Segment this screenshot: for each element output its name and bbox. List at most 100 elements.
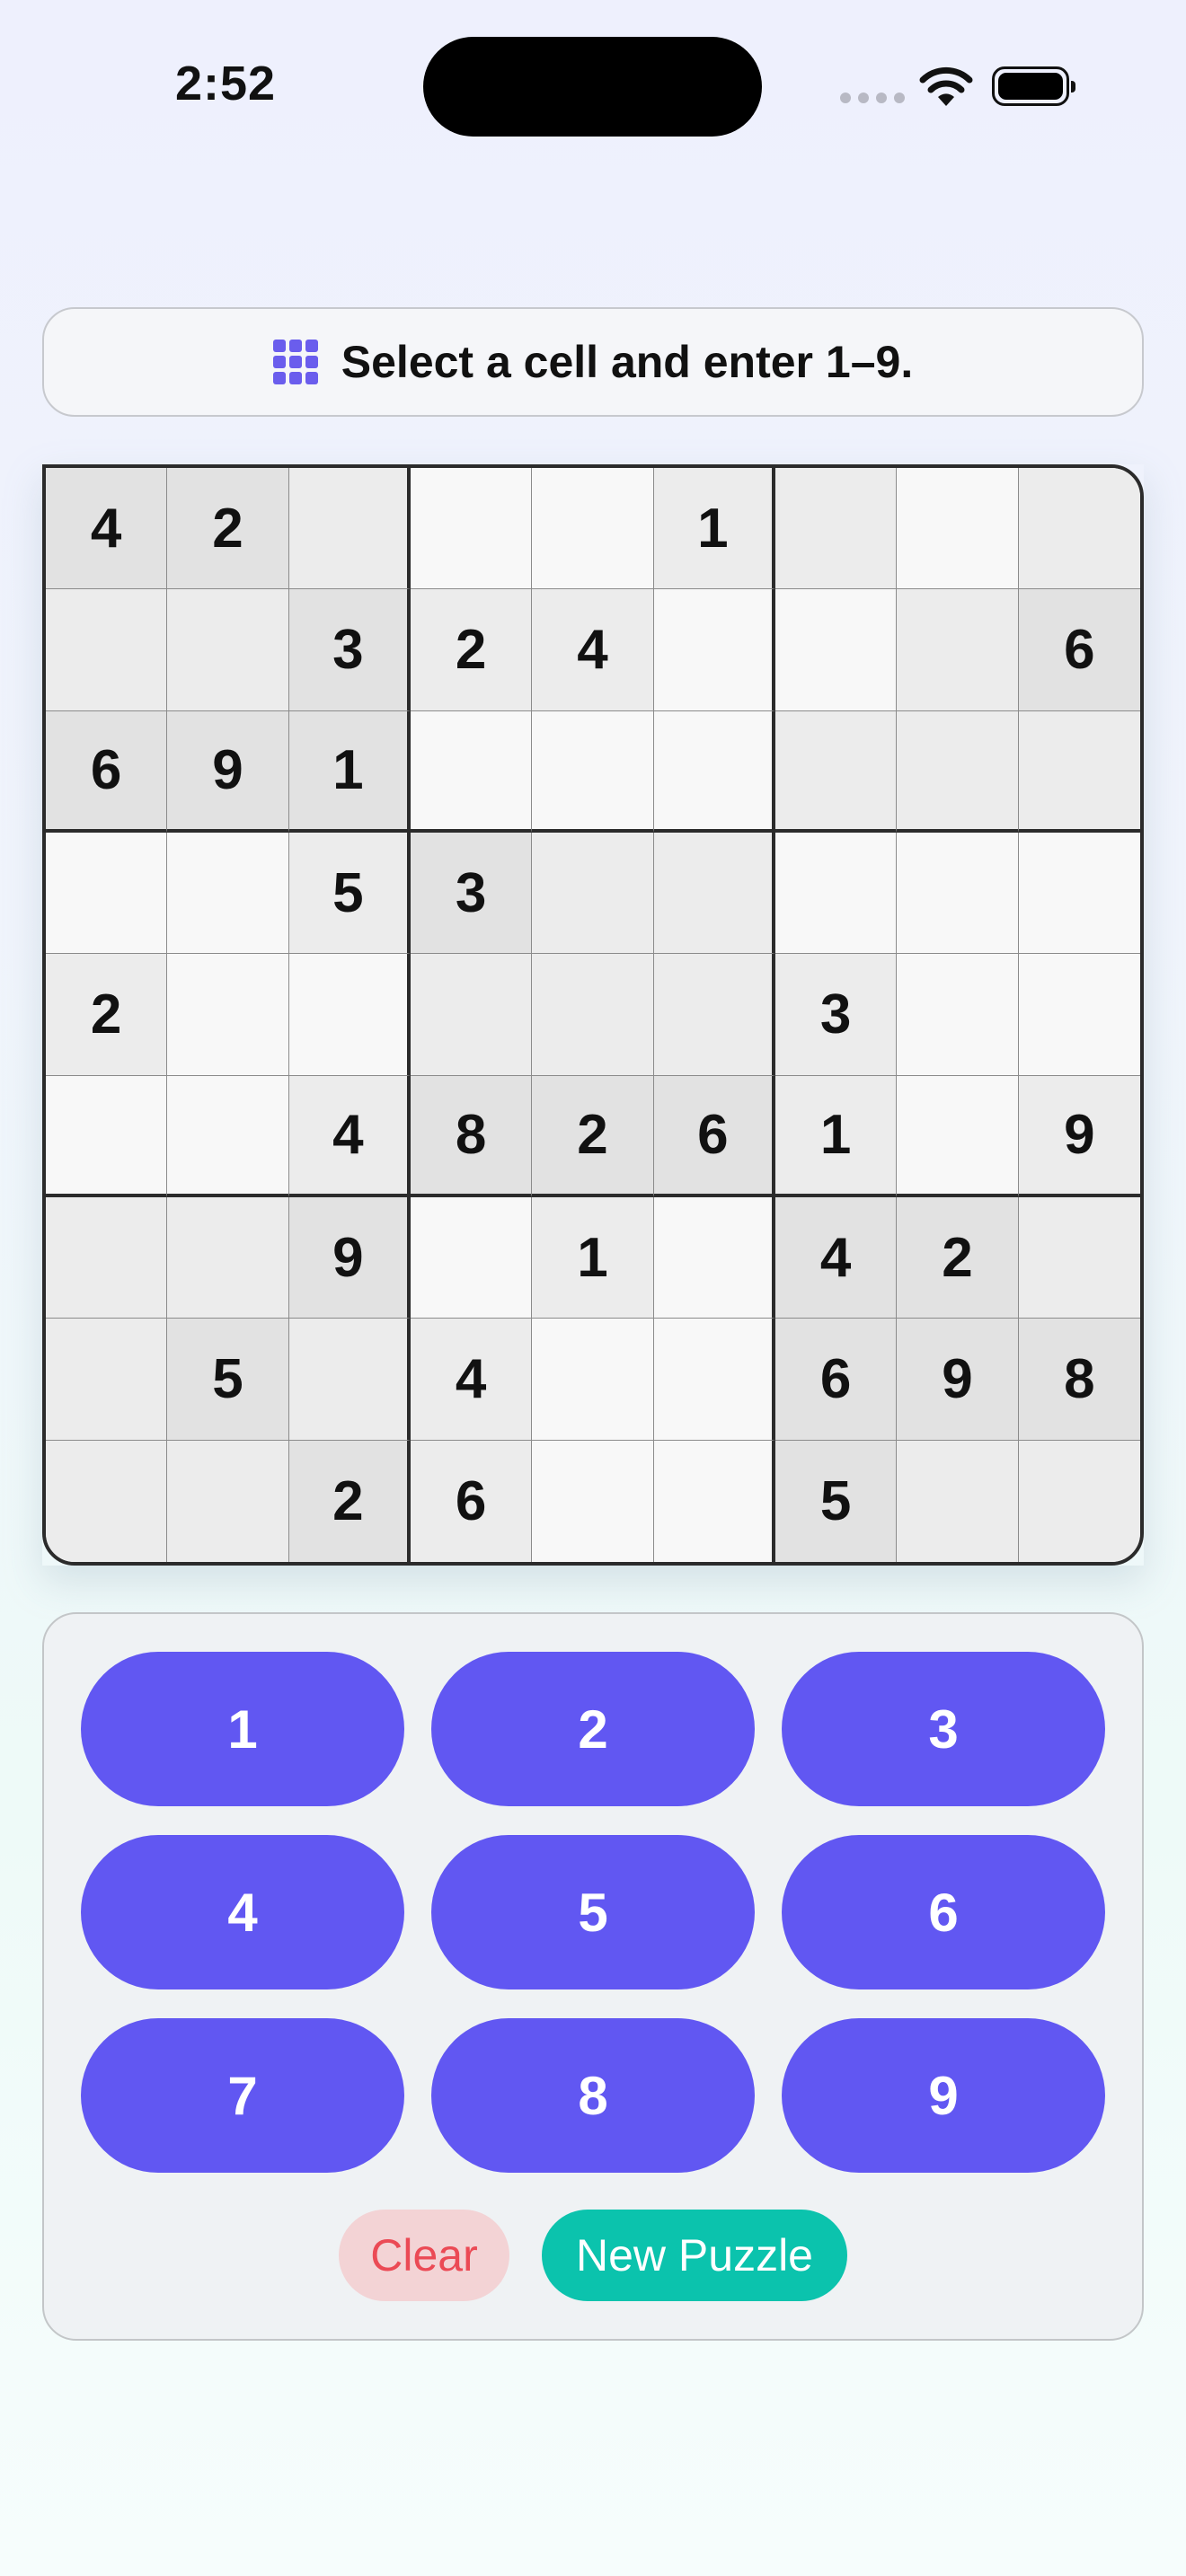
sudoku-cell-r8c1[interactable] xyxy=(46,1319,168,1441)
sudoku-cell-r4c6[interactable] xyxy=(653,832,775,955)
number-key-5[interactable]: 5 xyxy=(431,1835,755,1989)
sudoku-board: 42132466915323482619914254698265 xyxy=(42,464,1144,1566)
sudoku-cell-r3c3[interactable]: 1 xyxy=(288,710,411,833)
sudoku-cell-r1c8[interactable] xyxy=(897,468,1019,590)
sudoku-cell-r6c8[interactable] xyxy=(897,1075,1019,1197)
sudoku-cell-r5c6[interactable] xyxy=(653,954,775,1076)
sudoku-cell-r8c3[interactable] xyxy=(288,1319,411,1441)
sudoku-cell-r7c5[interactable]: 1 xyxy=(532,1196,654,1319)
sudoku-cell-r4c3[interactable]: 5 xyxy=(288,832,411,955)
sudoku-cell-r4c7[interactable] xyxy=(774,832,898,955)
keypad-grid-icon xyxy=(272,340,318,384)
sudoku-cell-r6c1[interactable] xyxy=(46,1075,168,1197)
sudoku-cell-r3c9[interactable] xyxy=(1018,710,1140,833)
sudoku-cell-r4c2[interactable] xyxy=(167,832,289,955)
sudoku-cell-r7c8[interactable]: 2 xyxy=(897,1196,1019,1319)
sudoku-cell-r6c5[interactable]: 2 xyxy=(532,1075,654,1197)
sudoku-cell-r3c2[interactable]: 9 xyxy=(167,710,289,833)
sudoku-cell-r9c1[interactable] xyxy=(46,1440,168,1562)
sudoku-board-container: 42132466915323482619914254698265 xyxy=(42,464,1144,1566)
sudoku-cell-r3c5[interactable] xyxy=(532,710,654,833)
clear-button[interactable]: Clear xyxy=(339,2210,509,2301)
battery-icon xyxy=(992,66,1075,106)
sudoku-cell-r4c8[interactable] xyxy=(897,832,1019,955)
sudoku-cell-r3c6[interactable] xyxy=(653,710,775,833)
sudoku-cell-r8c7[interactable]: 6 xyxy=(774,1319,898,1441)
sudoku-cell-r6c3[interactable]: 4 xyxy=(288,1075,411,1197)
number-key-8[interactable]: 8 xyxy=(431,2018,755,2173)
pad-actions: Clear New Puzzle xyxy=(44,2210,1142,2301)
sudoku-cell-r2c7[interactable] xyxy=(774,589,898,711)
sudoku-cell-r6c9[interactable]: 9 xyxy=(1018,1075,1140,1197)
sudoku-cell-r7c3[interactable]: 9 xyxy=(288,1196,411,1319)
sudoku-cell-r5c5[interactable] xyxy=(532,954,654,1076)
sudoku-cell-r2c3[interactable]: 3 xyxy=(288,589,411,711)
sudoku-cell-r1c5[interactable] xyxy=(532,468,654,590)
number-key-9[interactable]: 9 xyxy=(782,2018,1105,2173)
dynamic-island xyxy=(423,37,762,137)
sudoku-cell-r5c9[interactable] xyxy=(1018,954,1140,1076)
sudoku-cell-r5c7[interactable]: 3 xyxy=(774,954,898,1076)
sudoku-cell-r7c9[interactable] xyxy=(1018,1196,1140,1319)
sudoku-cell-r8c8[interactable]: 9 xyxy=(897,1319,1019,1441)
sudoku-cell-r1c4[interactable] xyxy=(410,468,533,590)
sudoku-cell-r1c6[interactable]: 1 xyxy=(653,468,775,590)
sudoku-cell-r5c3[interactable] xyxy=(288,954,411,1076)
number-key-6[interactable]: 6 xyxy=(782,1835,1105,1989)
number-key-2[interactable]: 2 xyxy=(431,1652,755,1806)
sudoku-cell-r8c2[interactable]: 5 xyxy=(167,1319,289,1441)
sudoku-cell-r7c4[interactable] xyxy=(410,1196,533,1319)
sudoku-cell-r6c7[interactable]: 1 xyxy=(774,1075,898,1197)
sudoku-cell-r4c1[interactable] xyxy=(46,832,168,955)
sudoku-cell-r3c8[interactable] xyxy=(897,710,1019,833)
sudoku-cell-r7c2[interactable] xyxy=(167,1196,289,1319)
sudoku-cell-r6c6[interactable]: 6 xyxy=(653,1075,775,1197)
sudoku-cell-r7c7[interactable]: 4 xyxy=(774,1196,898,1319)
sudoku-cell-r2c8[interactable] xyxy=(897,589,1019,711)
sudoku-cell-r6c2[interactable] xyxy=(167,1075,289,1197)
sudoku-cell-r2c1[interactable] xyxy=(46,589,168,711)
sudoku-cell-r7c1[interactable] xyxy=(46,1196,168,1319)
number-key-3[interactable]: 3 xyxy=(782,1652,1105,1806)
sudoku-cell-r9c6[interactable] xyxy=(653,1440,775,1562)
sudoku-cell-r7c6[interactable] xyxy=(653,1196,775,1319)
number-key-4[interactable]: 4 xyxy=(81,1835,404,1989)
sudoku-cell-r5c4[interactable] xyxy=(410,954,533,1076)
sudoku-cell-r8c9[interactable]: 8 xyxy=(1018,1319,1140,1441)
sudoku-cell-r2c6[interactable] xyxy=(653,589,775,711)
sudoku-cell-r9c9[interactable] xyxy=(1018,1440,1140,1562)
sudoku-cell-r9c5[interactable] xyxy=(532,1440,654,1562)
sudoku-cell-r4c5[interactable] xyxy=(532,832,654,955)
sudoku-cell-r5c2[interactable] xyxy=(167,954,289,1076)
sudoku-cell-r2c5[interactable]: 4 xyxy=(532,589,654,711)
sudoku-cell-r9c8[interactable] xyxy=(897,1440,1019,1562)
status-bar: 2:52 xyxy=(0,0,1186,180)
sudoku-cell-r1c9[interactable] xyxy=(1018,468,1140,590)
sudoku-cell-r1c3[interactable] xyxy=(288,468,411,590)
cellular-signal-icon xyxy=(840,93,905,103)
sudoku-cell-r5c1[interactable]: 2 xyxy=(46,954,168,1076)
sudoku-cell-r1c7[interactable] xyxy=(774,468,898,590)
sudoku-cell-r5c8[interactable] xyxy=(897,954,1019,1076)
sudoku-cell-r4c4[interactable]: 3 xyxy=(410,832,533,955)
sudoku-cell-r9c3[interactable]: 2 xyxy=(288,1440,411,1562)
new-puzzle-button[interactable]: New Puzzle xyxy=(542,2210,847,2301)
sudoku-cell-r3c7[interactable] xyxy=(774,710,898,833)
sudoku-cell-r8c4[interactable]: 4 xyxy=(410,1319,533,1441)
sudoku-cell-r4c9[interactable] xyxy=(1018,832,1140,955)
sudoku-cell-r9c7[interactable]: 5 xyxy=(774,1440,898,1562)
sudoku-cell-r3c1[interactable]: 6 xyxy=(46,710,168,833)
sudoku-cell-r9c2[interactable] xyxy=(167,1440,289,1562)
sudoku-cell-r8c6[interactable] xyxy=(653,1319,775,1441)
sudoku-cell-r8c5[interactable] xyxy=(532,1319,654,1441)
sudoku-cell-r1c2[interactable]: 2 xyxy=(167,468,289,590)
sudoku-cell-r3c4[interactable] xyxy=(410,710,533,833)
number-key-1[interactable]: 1 xyxy=(81,1652,404,1806)
sudoku-cell-r1c1[interactable]: 4 xyxy=(46,468,168,590)
number-key-7[interactable]: 7 xyxy=(81,2018,404,2173)
sudoku-cell-r2c9[interactable]: 6 xyxy=(1018,589,1140,711)
sudoku-cell-r6c4[interactable]: 8 xyxy=(410,1075,533,1197)
sudoku-cell-r2c2[interactable] xyxy=(167,589,289,711)
sudoku-cell-r2c4[interactable]: 2 xyxy=(410,589,533,711)
sudoku-cell-r9c4[interactable]: 6 xyxy=(410,1440,533,1562)
